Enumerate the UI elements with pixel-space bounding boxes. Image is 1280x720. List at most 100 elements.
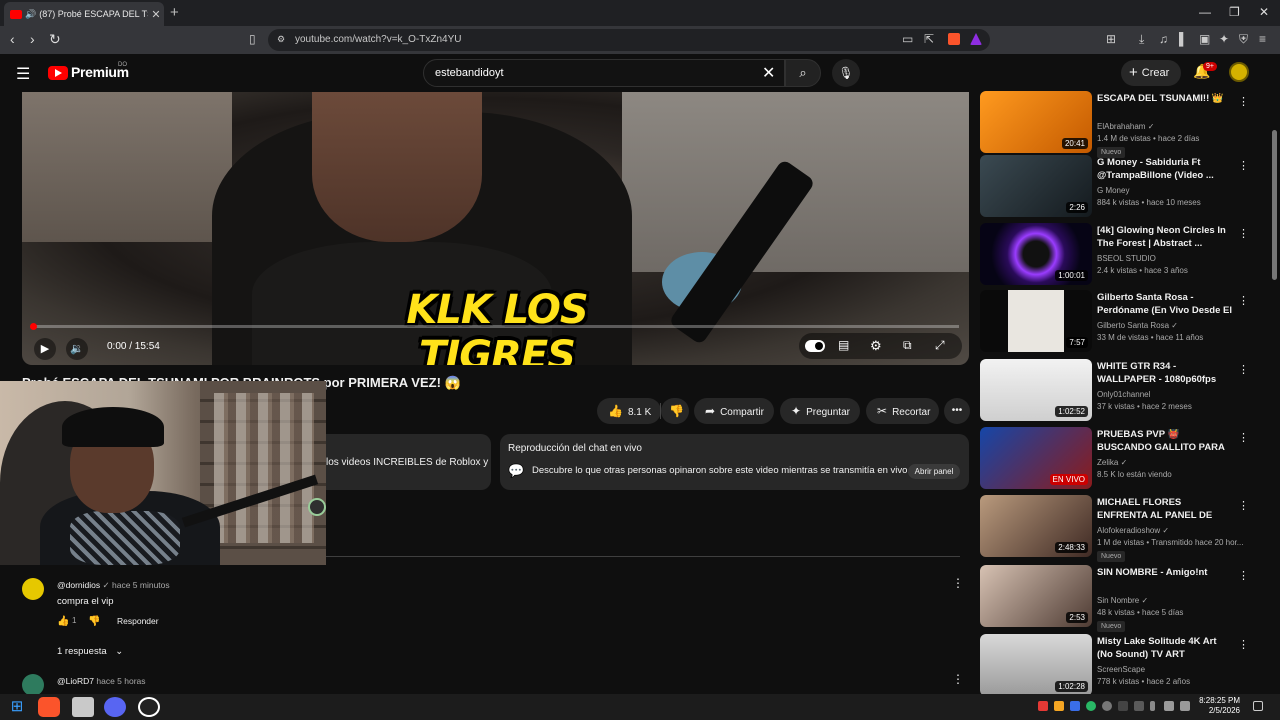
minimize-icon[interactable]: — [1199, 5, 1211, 19]
recommendation-menu-icon[interactable]: ⋮ [1238, 431, 1249, 444]
recommendation-channel[interactable]: ScreenScape [1097, 665, 1145, 674]
sidebar-toggle-icon[interactable]: ⊞ [1106, 32, 1116, 46]
dislike-button[interactable]: 👎 [661, 398, 689, 424]
leo-ai-icon[interactable]: ✦ [1219, 32, 1229, 46]
recommendation-item[interactable]: 7:57 Gilberto Santa Rosa - Perdóname (En … [980, 290, 1250, 354]
recommendation-item[interactable]: 1:02:52 WHITE GTR R34 - WALLPAPER - 1080p… [980, 359, 1250, 423]
recommendation-menu-icon[interactable]: ⋮ [1238, 569, 1249, 582]
vpn-icon[interactable]: ⛨ [1239, 32, 1248, 47]
address-bar[interactable]: youtube.com/watch?v=k_O-TxZn4YU [268, 29, 990, 51]
recommendation-channel[interactable]: Sin Nombre ✓ [1097, 596, 1148, 605]
reply-button[interactable]: Responder [117, 616, 159, 626]
recommendation-channel[interactable]: Only01channel [1097, 390, 1150, 399]
recommendation-channel[interactable]: Zelika ✓ [1097, 458, 1127, 467]
browser-tab[interactable]: 🔊 (87) Probé ESCAPA DEL TSUN ✕ [4, 2, 164, 26]
recommendation-item[interactable]: EN VIVO PRUEBAS PVP 👹 BUSCANDO GALLITO PA… [980, 427, 1250, 491]
comment-username[interactable]: @dornidios [57, 580, 100, 590]
recommendation-title[interactable]: [4k] Glowing Neon Circles In The Forest … [1097, 225, 1233, 250]
browser-menu-icon[interactable]: ≡ [1259, 32, 1266, 46]
recommendation-thumbnail[interactable]: 20:41 [980, 91, 1092, 153]
reading-list-icon[interactable]: ▌ [1179, 32, 1188, 46]
bookmark-icon[interactable]: ▯ [249, 32, 256, 46]
back-icon[interactable]: ‹ [10, 31, 15, 47]
recommendation-menu-icon[interactable]: ⋮ [1238, 159, 1249, 172]
recommendation-channel[interactable]: Gilberto Santa Rosa ✓ [1097, 321, 1178, 330]
comment-menu-icon[interactable]: ⋮ [952, 672, 964, 686]
recommendation-menu-icon[interactable]: ⋮ [1238, 363, 1249, 376]
mic-tray-icon[interactable] [1150, 701, 1155, 711]
recommendation-thumbnail[interactable]: 2:26 [980, 155, 1092, 217]
settings-gear-icon[interactable]: ⚙ [870, 338, 882, 354]
recommendation-item[interactable]: 20:41 ESCAPA DEL TSUNAMI!! 👑 ElAbrahaham ✓… [980, 91, 1250, 158]
recommendation-thumbnail[interactable]: 2:48:33 [980, 495, 1092, 557]
recommendation-channel[interactable]: ElAbrahaham ✓ [1097, 122, 1154, 131]
comment-time[interactable]: hace 5 minutos [112, 580, 170, 590]
recommendation-title[interactable]: PRUEBAS PVP 👹 BUSCANDO GALLITO PARA HACE… [1097, 429, 1233, 455]
obs-taskbar-icon[interactable] [138, 697, 160, 717]
volume-tray-icon[interactable] [1180, 701, 1190, 711]
video-player[interactable]: KLK LOS TIGRES ▶ 🔉 0:00 / 15:54 ▤ ⚙ ⧉ ⤢ [22, 92, 969, 365]
ask-button[interactable]: ✦ Preguntar [780, 398, 860, 424]
tray-icon-steam[interactable] [1134, 701, 1144, 711]
cast-icon[interactable]: ▭ [902, 32, 913, 46]
recommendation-channel[interactable]: G Money [1097, 186, 1129, 195]
comment-avatar[interactable] [22, 578, 44, 600]
autoplay-toggle[interactable] [805, 340, 825, 352]
search-button[interactable]: ⌕ [785, 59, 821, 87]
recommendation-title[interactable]: SIN NOMBRE - Amigo!nt [1097, 567, 1233, 580]
show-replies-button[interactable]: 1 respuesta ⌄ [57, 646, 123, 657]
recommendation-menu-icon[interactable]: ⋮ [1238, 499, 1249, 512]
voice-search-button[interactable]: 🎙 [832, 59, 860, 87]
recommendation-title[interactable]: MICHAEL FLORES ENFRENTA AL PANEL DE ALOF… [1097, 497, 1233, 523]
recommendation-menu-icon[interactable]: ⋮ [1238, 95, 1249, 108]
recommendation-thumbnail[interactable]: 1:02:52 [980, 359, 1092, 421]
recommendation-menu-icon[interactable]: ⋮ [1238, 227, 1249, 240]
recommendation-title[interactable]: Gilberto Santa Rosa - Perdóname (En Vivo… [1097, 292, 1233, 318]
clip-button[interactable]: ✂ Recortar [866, 398, 939, 424]
tray-icon-dark[interactable] [1118, 701, 1128, 711]
restore-icon[interactable]: ❐ [1229, 5, 1240, 19]
close-window-icon[interactable]: ✕ [1259, 5, 1269, 19]
comment-avatar[interactable] [22, 674, 44, 696]
miniplayer-icon[interactable]: ⧉ [903, 338, 912, 353]
share-button[interactable]: ➦ Compartir [694, 398, 774, 424]
sidebar-scrollbar-thumb[interactable] [1272, 130, 1277, 280]
notifications-center-icon[interactable] [1253, 701, 1263, 711]
recommendation-thumbnail[interactable]: 1:00:01 [980, 223, 1092, 285]
system-clock[interactable]: 8:28:25 PM 2/5/2026 [1196, 696, 1240, 716]
tray-icon-grey[interactable] [1102, 701, 1112, 711]
youtube-logo-icon[interactable] [48, 66, 68, 80]
recommendation-title[interactable]: G Money - Sabiduria Ft @TrampaBillone (V… [1097, 157, 1233, 182]
new-tab-button[interactable]: + [170, 4, 179, 21]
windows-start-icon[interactable]: ⊞ [6, 697, 28, 717]
discord-taskbar-icon[interactable] [104, 697, 126, 717]
comment-time[interactable]: hace 5 horas [96, 676, 145, 686]
comment-menu-icon[interactable]: ⋮ [952, 576, 964, 590]
recommendation-item[interactable]: 2:26 G Money - Sabiduria Ft @TrampaBillon… [980, 155, 1250, 219]
speaker-icon[interactable]: 🔊 [25, 9, 36, 20]
fullscreen-icon[interactable]: ⤢ [935, 338, 945, 353]
subtitles-icon[interactable]: ▤ [838, 338, 849, 352]
notepad-taskbar-icon[interactable] [72, 697, 94, 717]
comment-username[interactable]: @LioRD7 [57, 676, 94, 686]
hamburger-menu-icon[interactable]: ☰ [16, 64, 30, 84]
volume-icon[interactable]: 🔉 [66, 338, 88, 360]
create-button[interactable]: + Crear [1121, 60, 1181, 86]
recommendation-thumbnail[interactable]: 1:02:28 [980, 634, 1092, 696]
like-button[interactable]: 👍 8.1 K [597, 398, 661, 424]
recommendation-item[interactable]: 2:53 SIN NOMBRE - Amigo!nt Sin Nombre ✓ 48 … [980, 565, 1250, 632]
comment-like-icon[interactable]: 👍 [57, 616, 69, 627]
recommendation-title[interactable]: ESCAPA DEL TSUNAMI!! 👑 [1097, 93, 1233, 106]
recommendation-item[interactable]: 1:00:01 [4k] Glowing Neon Circles In The … [980, 223, 1250, 287]
more-actions-button[interactable]: ••• [944, 398, 970, 424]
tray-icon-green[interactable] [1086, 701, 1096, 711]
recommendation-item[interactable]: 2:48:33 MICHAEL FLORES ENFRENTA AL PANEL … [980, 495, 1250, 562]
tray-icon-yellow[interactable] [1054, 701, 1064, 711]
share-page-icon[interactable]: ⇱ [924, 32, 934, 46]
reload-icon[interactable]: ↻ [49, 31, 61, 48]
network-icon[interactable] [1164, 701, 1174, 711]
tray-icon-blue[interactable] [1070, 701, 1080, 711]
comment-dislike-icon[interactable]: 👎 [88, 616, 100, 627]
brave-shields-icon[interactable] [948, 33, 960, 45]
play-icon[interactable]: ▶ [34, 338, 56, 360]
